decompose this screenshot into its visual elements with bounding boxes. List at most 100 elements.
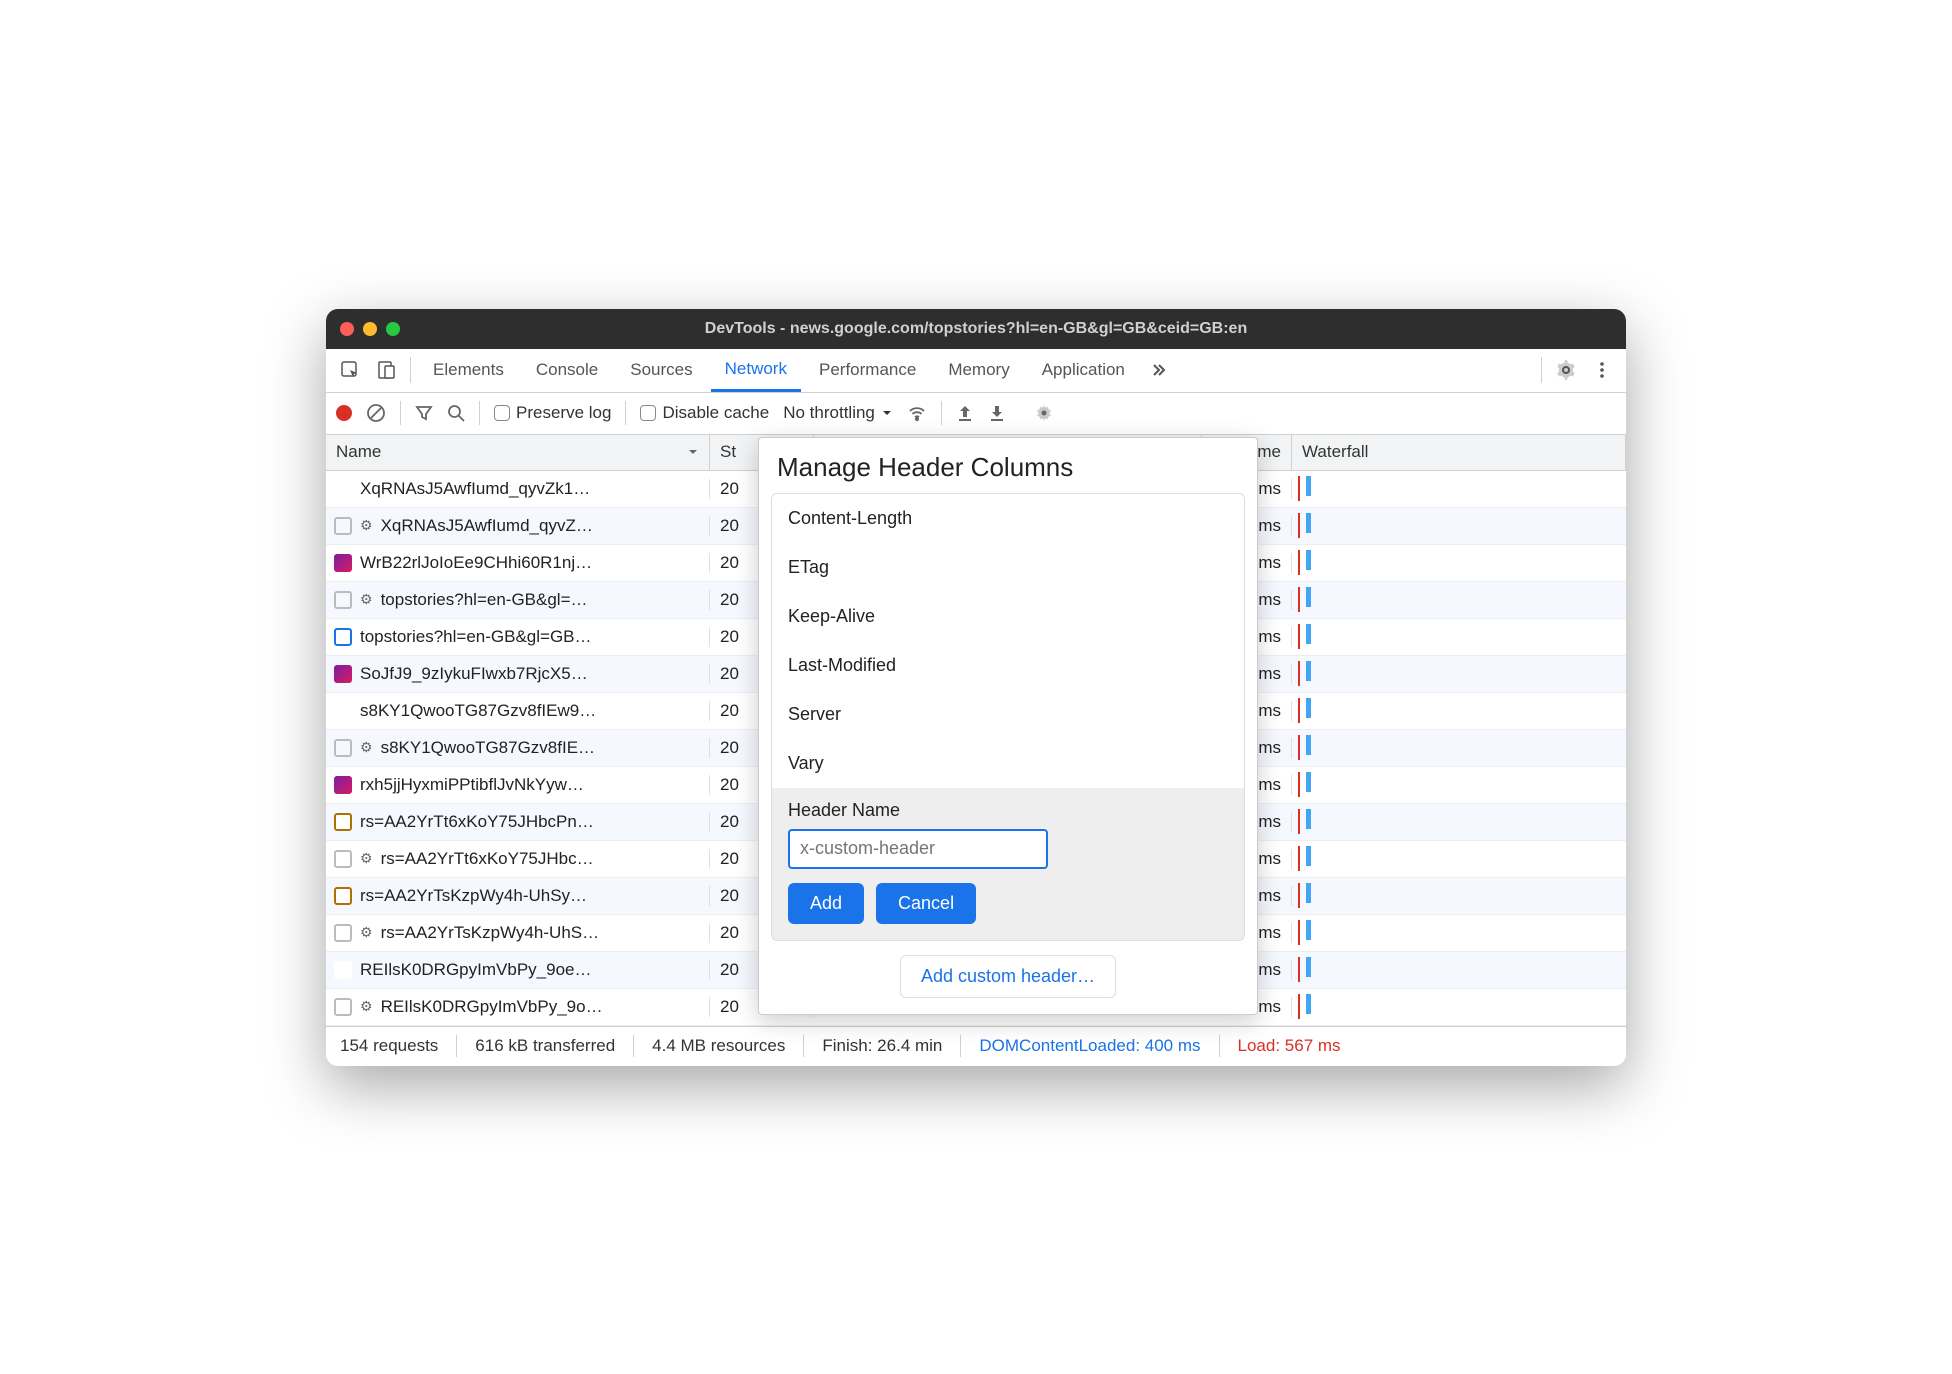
file-icon: [334, 702, 352, 720]
waterfall-cell: [1292, 846, 1626, 871]
more-tabs-icon[interactable]: [1143, 354, 1175, 386]
file-icon: [334, 998, 352, 1016]
waterfall-cell: [1292, 735, 1626, 760]
header-item[interactable]: Server: [772, 690, 1244, 739]
tab-application[interactable]: Application: [1028, 349, 1139, 392]
waterfall-cell: [1292, 587, 1626, 612]
manage-header-columns-dialog: Manage Header Columns Content-Length ETa…: [758, 437, 1258, 1015]
status-bar: 154 requests 616 kB transferred 4.4 MB r…: [326, 1026, 1626, 1066]
devtools-window: DevTools - news.google.com/topstories?hl…: [326, 309, 1626, 1066]
gear-icon: ⚙: [360, 924, 373, 941]
tab-performance[interactable]: Performance: [805, 349, 930, 392]
request-count: 154 requests: [340, 1036, 438, 1056]
file-icon: [334, 628, 352, 646]
tab-elements[interactable]: Elements: [419, 349, 518, 392]
resources-size: 4.4 MB resources: [652, 1036, 785, 1056]
preserve-log-checkbox[interactable]: Preserve log: [494, 403, 611, 423]
gear-icon: ⚙: [360, 591, 373, 608]
request-name: rs=AA2YrTsKzpWy4h-UhS…: [381, 923, 600, 943]
gear-icon: ⚙: [360, 998, 373, 1015]
waterfall-cell: [1292, 957, 1626, 982]
file-icon: [334, 961, 352, 979]
file-icon: [334, 887, 352, 905]
header-item[interactable]: ETag: [772, 543, 1244, 592]
gear-icon: ⚙: [360, 850, 373, 867]
tab-sources[interactable]: Sources: [616, 349, 706, 392]
dialog-title: Manage Header Columns: [759, 438, 1257, 493]
header-name-input[interactable]: [788, 829, 1048, 869]
request-name: topstories?hl=en-GB&gl=…: [381, 590, 588, 610]
col-waterfall[interactable]: Waterfall: [1292, 435, 1626, 470]
header-name-form: Header Name Add Cancel: [772, 788, 1244, 940]
load-time: Load: 567 ms: [1238, 1036, 1341, 1056]
request-name: s8KY1QwooTG87Gzv8fIE…: [381, 738, 595, 758]
request-name: REIlsK0DRGpyImVbPy_9oe…: [360, 960, 591, 980]
waterfall-cell: [1292, 883, 1626, 908]
tab-network[interactable]: Network: [711, 349, 801, 392]
device-toggle-icon[interactable]: [370, 354, 402, 386]
upload-icon[interactable]: [956, 404, 974, 422]
search-icon[interactable]: [447, 404, 465, 422]
file-icon: [334, 554, 352, 572]
request-name: rs=AA2YrTsKzpWy4h-UhSy…: [360, 886, 587, 906]
waterfall-cell: [1292, 513, 1626, 538]
file-icon: [334, 850, 352, 868]
request-name: WrB22rlJoIoEe9CHhi60R1nj…: [360, 553, 592, 573]
request-name: REIlsK0DRGpyImVbPy_9o…: [381, 997, 603, 1017]
request-name: rxh5jjHyxmiPPtibflJvNkYyw…: [360, 775, 584, 795]
file-icon: [334, 924, 352, 942]
waterfall-cell: [1292, 550, 1626, 575]
request-name: rs=AA2YrTt6xKoY75JHbc…: [381, 849, 594, 869]
transferred-size: 616 kB transferred: [475, 1036, 615, 1056]
download-icon[interactable]: [988, 404, 1006, 422]
kebab-menu-icon[interactable]: [1586, 354, 1618, 386]
chevron-down-icon: [881, 407, 893, 419]
record-button[interactable]: [336, 405, 352, 421]
file-icon: [334, 517, 352, 535]
zoom-window[interactable]: [386, 322, 400, 336]
network-conditions-icon[interactable]: [907, 403, 927, 423]
panel-settings-icon[interactable]: [1034, 403, 1054, 423]
file-icon: [334, 480, 352, 498]
close-window[interactable]: [340, 322, 354, 336]
window-title: DevTools - news.google.com/topstories?hl…: [326, 320, 1626, 338]
traffic-lights: [340, 322, 400, 336]
clear-icon[interactable]: [366, 403, 386, 423]
add-custom-header-button[interactable]: Add custom header…: [900, 955, 1116, 998]
waterfall-cell: [1292, 809, 1626, 834]
main-tabs: Elements Console Sources Network Perform…: [326, 349, 1626, 393]
gear-icon: ⚙: [360, 517, 373, 534]
tab-console[interactable]: Console: [522, 349, 612, 392]
waterfall-cell: [1292, 772, 1626, 797]
disable-cache-checkbox[interactable]: Disable cache: [640, 403, 769, 423]
finish-time: Finish: 26.4 min: [822, 1036, 942, 1056]
file-icon: [334, 813, 352, 831]
header-item[interactable]: Keep-Alive: [772, 592, 1244, 641]
request-name: rs=AA2YrTt6xKoY75JHbcPn…: [360, 812, 594, 832]
file-icon: [334, 739, 352, 757]
filter-icon[interactable]: [415, 404, 433, 422]
header-name-label: Header Name: [788, 800, 1228, 821]
col-name[interactable]: Name: [326, 435, 710, 470]
tab-memory[interactable]: Memory: [934, 349, 1023, 392]
waterfall-cell: [1292, 624, 1626, 649]
settings-icon[interactable]: [1550, 354, 1582, 386]
waterfall-cell: [1292, 920, 1626, 945]
request-name: XqRNAsJ5AwfIumd_qyvZk1…: [360, 479, 590, 499]
file-icon: [334, 776, 352, 794]
cancel-button[interactable]: Cancel: [876, 883, 976, 924]
inspect-icon[interactable]: [334, 354, 366, 386]
dom-content-loaded: DOMContentLoaded: 400 ms: [979, 1036, 1200, 1056]
minimize-window[interactable]: [363, 322, 377, 336]
header-item[interactable]: Last-Modified: [772, 641, 1244, 690]
gear-icon: ⚙: [360, 739, 373, 756]
request-name: s8KY1QwooTG87Gzv8fIEw9…: [360, 701, 596, 721]
request-name: topstories?hl=en-GB&gl=GB…: [360, 627, 592, 647]
header-item[interactable]: Vary: [772, 739, 1244, 788]
header-item[interactable]: Content-Length: [772, 494, 1244, 543]
add-button[interactable]: Add: [788, 883, 864, 924]
file-icon: [334, 591, 352, 609]
request-name: XqRNAsJ5AwfIumd_qyvZ…: [381, 516, 593, 536]
waterfall-cell: [1292, 994, 1626, 1019]
throttling-select[interactable]: No throttling: [783, 403, 893, 423]
